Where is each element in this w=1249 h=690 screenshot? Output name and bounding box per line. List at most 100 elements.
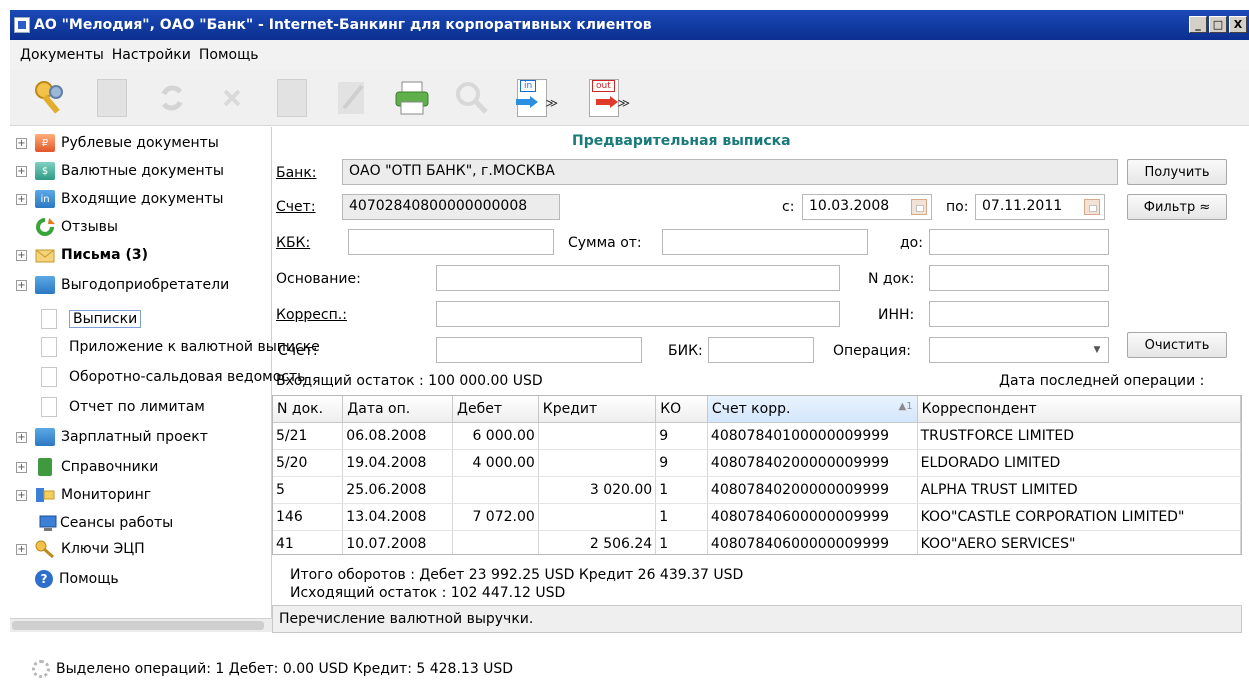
bik-label: БИК: (668, 343, 703, 359)
table-header: N док. Дата оп. Дебет Кредит КО Счет кор… (273, 396, 1241, 423)
get-button[interactable]: Получить (1127, 159, 1227, 185)
corresp-label[interactable]: Корресп.: (276, 307, 347, 323)
tree-item-statements[interactable]: Выписки (10, 307, 142, 331)
edit-button[interactable] (322, 74, 382, 122)
column-header[interactable]: КО (655, 396, 708, 423)
table-row[interactable]: 41 10.07.2008 2 506.24 1 4080784060000000999… (273, 530, 1241, 554)
delete-button[interactable] (202, 74, 262, 122)
menu-documents[interactable]: Документы (20, 47, 104, 63)
expand-icon[interactable]: + (16, 431, 27, 443)
calendar-icon[interactable] (1084, 199, 1100, 215)
tree-item-label: Зарплатный проект (61, 429, 208, 445)
expand-icon[interactable]: + (16, 249, 27, 261)
folder-icon (35, 276, 55, 294)
page-title: Предварительная выписка (572, 133, 791, 149)
table-row[interactable]: 146 13.04.2008 7 072.00 1 408078406000000099… (273, 503, 1241, 531)
kbk-input[interactable] (348, 229, 554, 255)
tree-item-rub-documents[interactable]: + ₽ Рублевые документы (10, 131, 219, 155)
table-cell: 40807840200000009999 (707, 449, 918, 477)
filter-button[interactable]: Фильтр ≈ (1127, 194, 1227, 220)
table-row[interactable]: 5/20 19.04.2008 4 000.00 9 40807840200000009… (273, 449, 1241, 477)
import-button[interactable]: in ≫ (502, 74, 562, 122)
tree-item-help[interactable]: ? Помощь (10, 567, 119, 591)
tree-item-sessions[interactable]: Сеансы работы (10, 511, 173, 535)
expand-icon[interactable]: + (16, 193, 27, 205)
keys-button[interactable] (22, 74, 82, 122)
copy-button[interactable] (262, 74, 322, 122)
chevron-down-icon[interactable]: ▼ (1088, 340, 1106, 360)
inn-input[interactable] (929, 301, 1109, 327)
expand-icon[interactable]: + (16, 279, 27, 291)
menu-settings[interactable]: Настройки (112, 47, 191, 63)
date-to-field[interactable]: 07.11.2011 (975, 194, 1105, 220)
copy-icon (277, 78, 307, 117)
clear-button[interactable]: Очистить (1127, 332, 1227, 358)
minimize-button[interactable]: _ (1189, 16, 1207, 33)
maximize-button[interactable]: □ (1209, 16, 1227, 33)
column-header[interactable]: Дебет (452, 396, 539, 423)
account-field: 40702840800000000008 (342, 194, 560, 220)
close-button[interactable]: X (1229, 16, 1247, 33)
sum-to-input[interactable] (929, 229, 1109, 255)
tree-item-currency-documents[interactable]: + $ Валютные документы (10, 159, 224, 183)
tree-item-beneficiaries[interactable]: + Выгодоприобретатели (10, 273, 229, 297)
corresp-input[interactable] (436, 301, 840, 327)
expand-icon[interactable]: + (16, 543, 27, 555)
column-header[interactable]: Корреспондент (917, 396, 1241, 423)
chevron-down-icon[interactable]: ≫ (617, 96, 630, 110)
tree-item-letters[interactable]: + Письма (3) (10, 243, 148, 267)
last-operation-label: Дата последней операции : (999, 373, 1205, 389)
tree-item-monitoring[interactable]: + Мониторинг (10, 483, 151, 507)
table-row[interactable]: 5 25.06.2008 3 020.00 1 40807840200000009999… (273, 476, 1241, 504)
column-header-sorted[interactable]: Счет корр. ▲1 (707, 396, 918, 423)
expand-icon[interactable]: + (16, 137, 27, 149)
account-label[interactable]: Счет: (276, 199, 316, 215)
folder-usd-icon: $ (35, 162, 55, 180)
bank-label[interactable]: Банк: (276, 165, 317, 181)
account2-input[interactable] (436, 337, 642, 363)
scrollbar-thumb[interactable] (12, 621, 264, 630)
doc-no-input[interactable] (929, 265, 1109, 291)
new-document-button[interactable] (82, 74, 142, 122)
table-cell (452, 476, 539, 504)
tree-item-limits-report[interactable]: Отчет по лимитам (10, 395, 205, 419)
app-icon (14, 17, 30, 33)
tree-item-directories[interactable]: + Справочники (10, 455, 158, 479)
calendar-icon[interactable] (911, 199, 927, 215)
print-button[interactable] (382, 74, 442, 122)
table-cell: 40807840100000009999 (707, 422, 918, 450)
basis-input[interactable] (436, 265, 840, 291)
column-header[interactable]: Дата оп. (342, 396, 454, 423)
sum-from-label: Сумма от: (568, 235, 642, 251)
table-cell (538, 449, 657, 477)
search-button[interactable] (442, 74, 502, 122)
recall-icon (36, 218, 55, 236)
column-header[interactable]: N док. (273, 396, 344, 423)
export-button[interactable]: out ≫ (574, 74, 634, 122)
date-from-field[interactable]: 10.03.2008 (802, 194, 932, 220)
inn-label: ИНН: (878, 307, 915, 323)
tree-item-recalls[interactable]: Отзывы (10, 215, 118, 239)
arrow-right-icon (516, 95, 538, 108)
status-text: Выделено операций: 1 Дебет: 0.00 USD Кре… (56, 661, 514, 677)
expand-icon[interactable]: + (16, 165, 27, 177)
table-cell: 9 (655, 422, 708, 450)
expand-icon[interactable]: + (16, 489, 27, 501)
chevron-down-icon[interactable]: ≫ (545, 96, 558, 110)
expand-icon[interactable]: + (16, 461, 27, 473)
menu-help[interactable]: Помощь (199, 47, 259, 63)
tree-item-label: Ключи ЭЦП (61, 541, 145, 557)
refresh-button[interactable] (142, 74, 202, 122)
tree-item-signature-keys[interactable]: + Ключи ЭЦП (10, 537, 145, 561)
tree-item-incoming-documents[interactable]: + in Входящие документы (10, 187, 223, 211)
table-row[interactable]: 5/21 06.08.2008 6 000.00 9 40807840100000009… (273, 422, 1241, 450)
sidebar-scrollbar[interactable] (10, 618, 272, 632)
bik-input[interactable] (708, 337, 814, 363)
tree-item-turnover-balance[interactable]: Оборотно-сальдовая ведомость (10, 365, 305, 389)
operation-select[interactable]: ▼ (929, 337, 1109, 363)
tree-item-label: Сеансы работы (60, 515, 174, 531)
kbk-label[interactable]: КБК: (276, 235, 310, 251)
tree-item-payroll[interactable]: + Зарплатный проект (10, 425, 208, 449)
column-header[interactable]: Кредит (538, 396, 657, 423)
sum-from-input[interactable] (662, 229, 868, 255)
